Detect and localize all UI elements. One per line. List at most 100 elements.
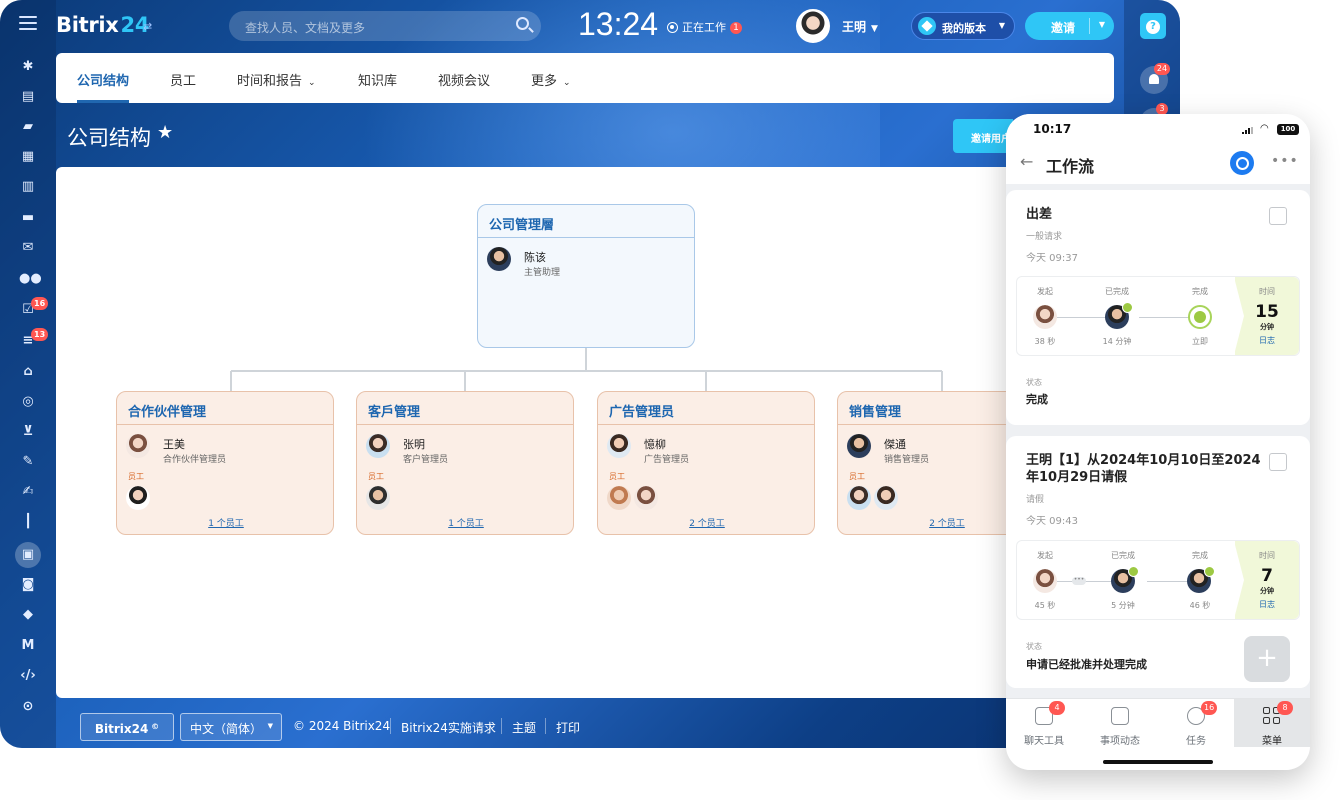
node-title: 客戶管理: [357, 392, 573, 425]
automation-icon[interactable]: M: [19, 637, 37, 655]
check-icon: [1122, 302, 1133, 313]
tab-feed[interactable]: 事项动态: [1082, 699, 1158, 747]
org-node-department[interactable]: 客戶管理 张明 客户管理员 员工 1 个员工: [356, 391, 574, 535]
state-label: 状态: [1026, 642, 1042, 651]
org-node-root[interactable]: 公司管理層 陈该 主管助理: [477, 204, 695, 348]
avatar: [126, 434, 150, 458]
mail-icon[interactable]: ✉: [19, 239, 37, 257]
avatar[interactable]: [126, 486, 150, 510]
log-link[interactable]: 日志: [1235, 599, 1299, 610]
more-options-icon[interactable]: •••: [1271, 153, 1299, 169]
workflow-search-icon[interactable]: [1230, 151, 1254, 175]
employee-count-link[interactable]: 2 个员工: [598, 516, 816, 529]
search-input[interactable]: 查找人员、文档及更多: [229, 11, 541, 41]
chevron-down-icon: ⌄: [308, 78, 316, 88]
avatar: [1033, 569, 1057, 593]
news-icon[interactable]: ▤: [19, 88, 37, 106]
company-icon[interactable]: ▣: [19, 546, 37, 564]
target-icon[interactable]: ◎: [19, 393, 37, 411]
card-time: 今天 09:43: [1026, 516, 1078, 527]
user-menu[interactable]: 王明 ▼: [842, 18, 878, 35]
analytics-icon[interactable]: ┃: [19, 513, 37, 531]
robot-icon[interactable]: ◙: [19, 576, 37, 594]
tab-menu[interactable]: 8 菜单: [1234, 699, 1310, 747]
tab-chat[interactable]: 4 聊天工具: [1006, 699, 1082, 747]
my-version-button[interactable]: 我的版本 ▼: [911, 12, 1015, 40]
employees-label: 员工: [609, 472, 625, 481]
back-arrow-icon[interactable]: ←: [1020, 152, 1033, 171]
avatar[interactable]: [847, 486, 871, 510]
code-icon[interactable]: ‹/›: [19, 667, 37, 685]
org-node-department[interactable]: 广告管理员 憶柳 广告管理员 员工 2 个员工: [597, 391, 815, 535]
tab-more[interactable]: 更多 ⌄: [531, 70, 571, 89]
check-icon: [1204, 566, 1215, 577]
star-icon[interactable]: ★: [157, 122, 173, 143]
market-icon[interactable]: ◆: [19, 606, 37, 624]
employee-count-link[interactable]: 1 个员工: [357, 516, 575, 529]
chevron-down-icon: ▼: [1098, 20, 1105, 29]
tab-video-conference[interactable]: 视频会议: [438, 70, 490, 89]
card-title: 王明【1】从2024年10月10日至2024年10月29日请假: [1026, 453, 1261, 485]
footer-logo-button[interactable]: Bitrix24 ©: [80, 713, 174, 741]
feed-badge: 13: [31, 328, 49, 341]
menu-icon[interactable]: [19, 16, 37, 30]
card-checkbox[interactable]: [1269, 207, 1287, 225]
language-select[interactable]: 中文（简体） ▼: [180, 713, 282, 741]
help-button[interactable]: ?: [1140, 13, 1166, 39]
avatar: [366, 434, 390, 458]
avatar[interactable]: [366, 486, 390, 510]
avatar: [607, 434, 631, 458]
page-title: 公司结构: [67, 126, 151, 150]
workflow-card[interactable]: 出差 一般请求 今天 09:37 发起 已完成 完成 38 秒 14 分钟 立即…: [1006, 190, 1310, 425]
workflow-steps: 发起 已完成 完成 38 秒 14 分钟 立即 时间 15 分钟 日志: [1016, 276, 1300, 356]
footer-link-theme[interactable]: 主题: [512, 719, 536, 736]
org-chart-area: 公司管理層 陈该 主管助理 合作伙伴管理 王美 合作伙伴管理员 员工 1 个员工…: [56, 167, 1114, 698]
search-icon[interactable]: [516, 17, 529, 30]
chat-icon[interactable]: ▰: [19, 118, 37, 136]
card-time: 今天 09:37: [1026, 253, 1078, 264]
invite-button[interactable]: 邀请 ▼: [1025, 12, 1114, 40]
phone-status-bar: 10:17 ◠ 100: [1006, 114, 1310, 144]
tab-employees[interactable]: 员工: [170, 70, 196, 89]
diamond-icon: [918, 17, 936, 35]
avatar: [847, 434, 871, 458]
footer-link-implementation[interactable]: Bitrix24实施请求: [401, 719, 496, 736]
employee-count-link[interactable]: 1 个员工: [117, 516, 335, 529]
menu-badge: 8: [1277, 701, 1293, 715]
tab-knowledge-base[interactable]: 知识库: [358, 70, 397, 89]
battery-icon: 100: [1277, 124, 1299, 135]
employees-label: 员工: [128, 472, 144, 481]
docs-icon[interactable]: ▥: [19, 178, 37, 196]
log-link[interactable]: 日志: [1235, 335, 1299, 346]
tab-company-structure[interactable]: 公司结构: [77, 70, 129, 89]
tab-time-reports[interactable]: 时间和报告 ⌄: [237, 70, 316, 89]
sign-icon[interactable]: ✎: [19, 453, 37, 471]
pulse-icon[interactable]: ✱: [19, 58, 37, 76]
cart-icon[interactable]: ⊻: [19, 423, 37, 441]
swap-icon[interactable]: ⇄: [143, 20, 152, 33]
avatar[interactable]: [607, 486, 631, 510]
calendar-icon[interactable]: ▦: [19, 148, 37, 166]
app-logo[interactable]: Bitrix24: [56, 13, 149, 37]
footer-link-print[interactable]: 打印: [556, 719, 580, 736]
wifi-icon: ◠: [1260, 123, 1269, 134]
org-node-department[interactable]: 合作伙伴管理 王美 合作伙伴管理员 员工 1 个员工: [116, 391, 334, 535]
invite-users-button[interactable]: 邀请用户: [953, 119, 1013, 153]
add-button[interactable]: +: [1244, 636, 1290, 682]
chevron-down-icon: ▼: [998, 21, 1005, 30]
top-bar: Bitrix24 ⇄ 查找人员、文档及更多 13:24 正在工作 1 王明 ▼ 我的…: [0, 0, 1180, 52]
avatar[interactable]: [634, 486, 658, 510]
tab-tasks[interactable]: 16 任务: [1158, 699, 1234, 747]
check-icon: [1128, 566, 1139, 577]
user-avatar[interactable]: [796, 9, 830, 43]
main-tabs: 公司结构 员工 时间和报告 ⌄ 知识库 视频会议 更多 ⌄: [56, 53, 1114, 103]
work-status[interactable]: 正在工作 1: [667, 19, 742, 35]
node-title: 广告管理员: [598, 392, 814, 425]
group-icon[interactable]: ●●: [19, 270, 42, 288]
help-icon: ?: [1146, 20, 1160, 34]
drive-icon[interactable]: ▬: [19, 209, 37, 227]
bank-icon[interactable]: ⌂: [19, 363, 37, 381]
card-checkbox[interactable]: [1269, 453, 1287, 471]
avatar[interactable]: [874, 486, 898, 510]
pen-icon[interactable]: ✍: [19, 483, 37, 501]
